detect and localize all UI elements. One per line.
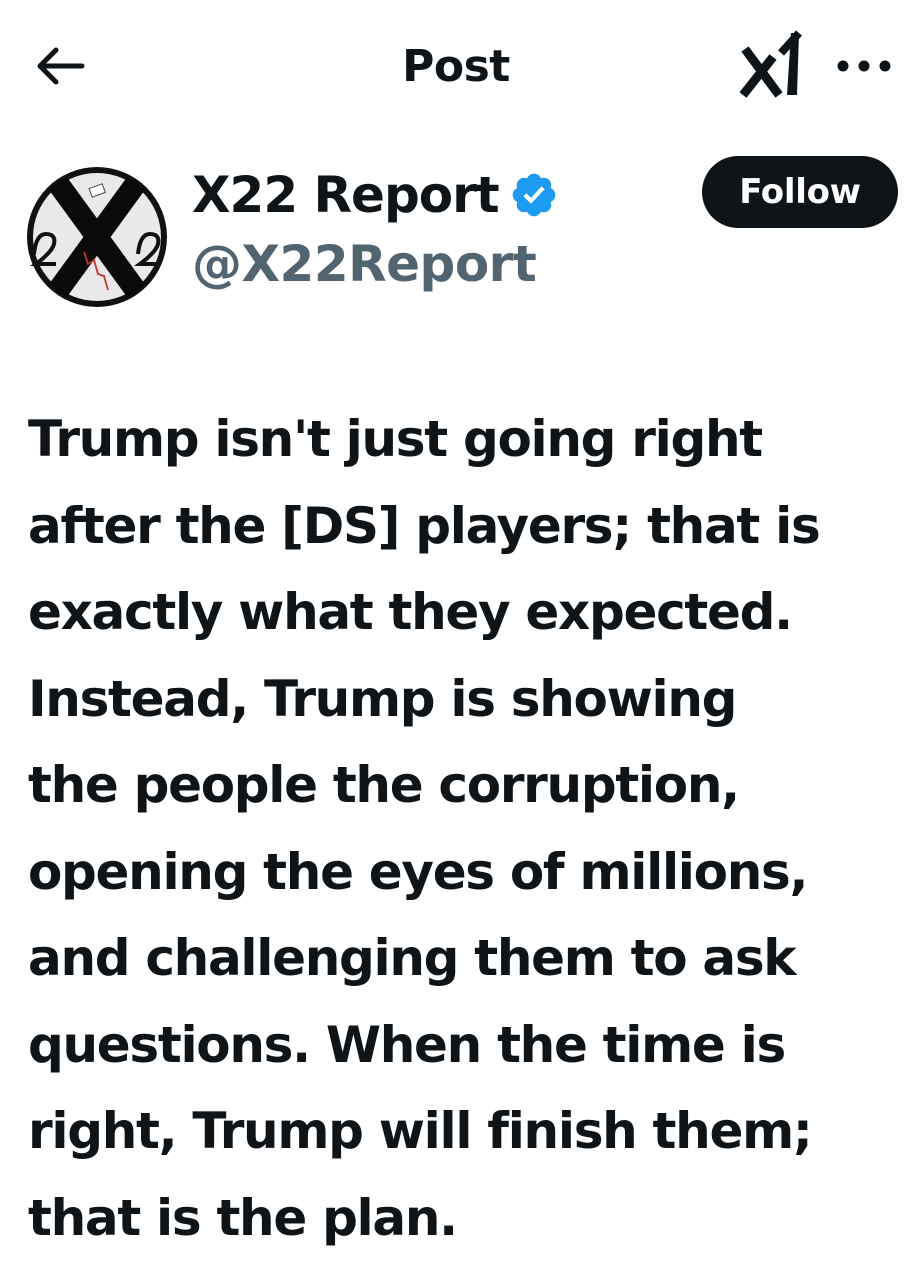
post-text: Trump isn't just going right after the [… xyxy=(28,410,821,1247)
author-name-row: X22 Report xyxy=(192,158,559,232)
author-handle[interactable]: @X22Report xyxy=(192,232,559,296)
author-display-name[interactable]: X22 Report xyxy=(192,166,500,224)
top-navigation-bar: Post xyxy=(0,0,912,134)
grok-icon xyxy=(739,30,802,98)
follow-button[interactable]: Follow xyxy=(702,156,898,228)
more-options-button[interactable] xyxy=(828,40,900,92)
x22-logo-avatar xyxy=(27,167,167,307)
verified-badge-icon xyxy=(512,173,556,217)
author-avatar[interactable] xyxy=(24,164,170,310)
author-info: X22 Report @X22Report xyxy=(192,158,559,296)
grok-button[interactable] xyxy=(734,26,810,102)
arrow-left-icon xyxy=(37,47,85,85)
more-horizontal-icon xyxy=(837,60,891,72)
back-button[interactable] xyxy=(30,40,90,92)
